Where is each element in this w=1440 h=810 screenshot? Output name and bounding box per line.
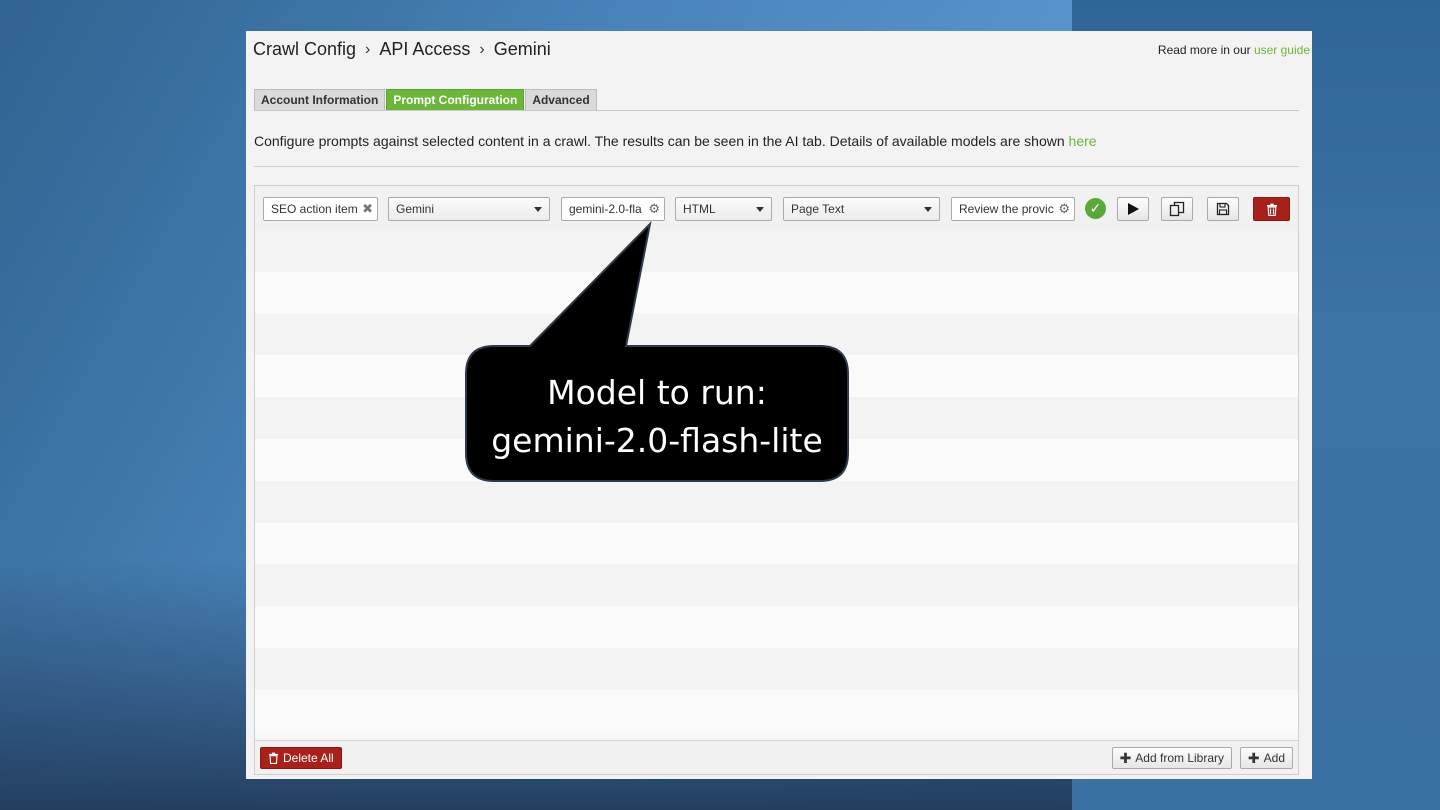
callout-line-2: gemini-2.0-flash-lite — [491, 421, 823, 460]
model-callout: Model to run: gemini-2.0-flash-lite — [465, 220, 849, 482]
callout-text: Model to run: gemini-2.0-flash-lite — [466, 369, 848, 465]
callout-line-1: Model to run: — [547, 373, 767, 412]
